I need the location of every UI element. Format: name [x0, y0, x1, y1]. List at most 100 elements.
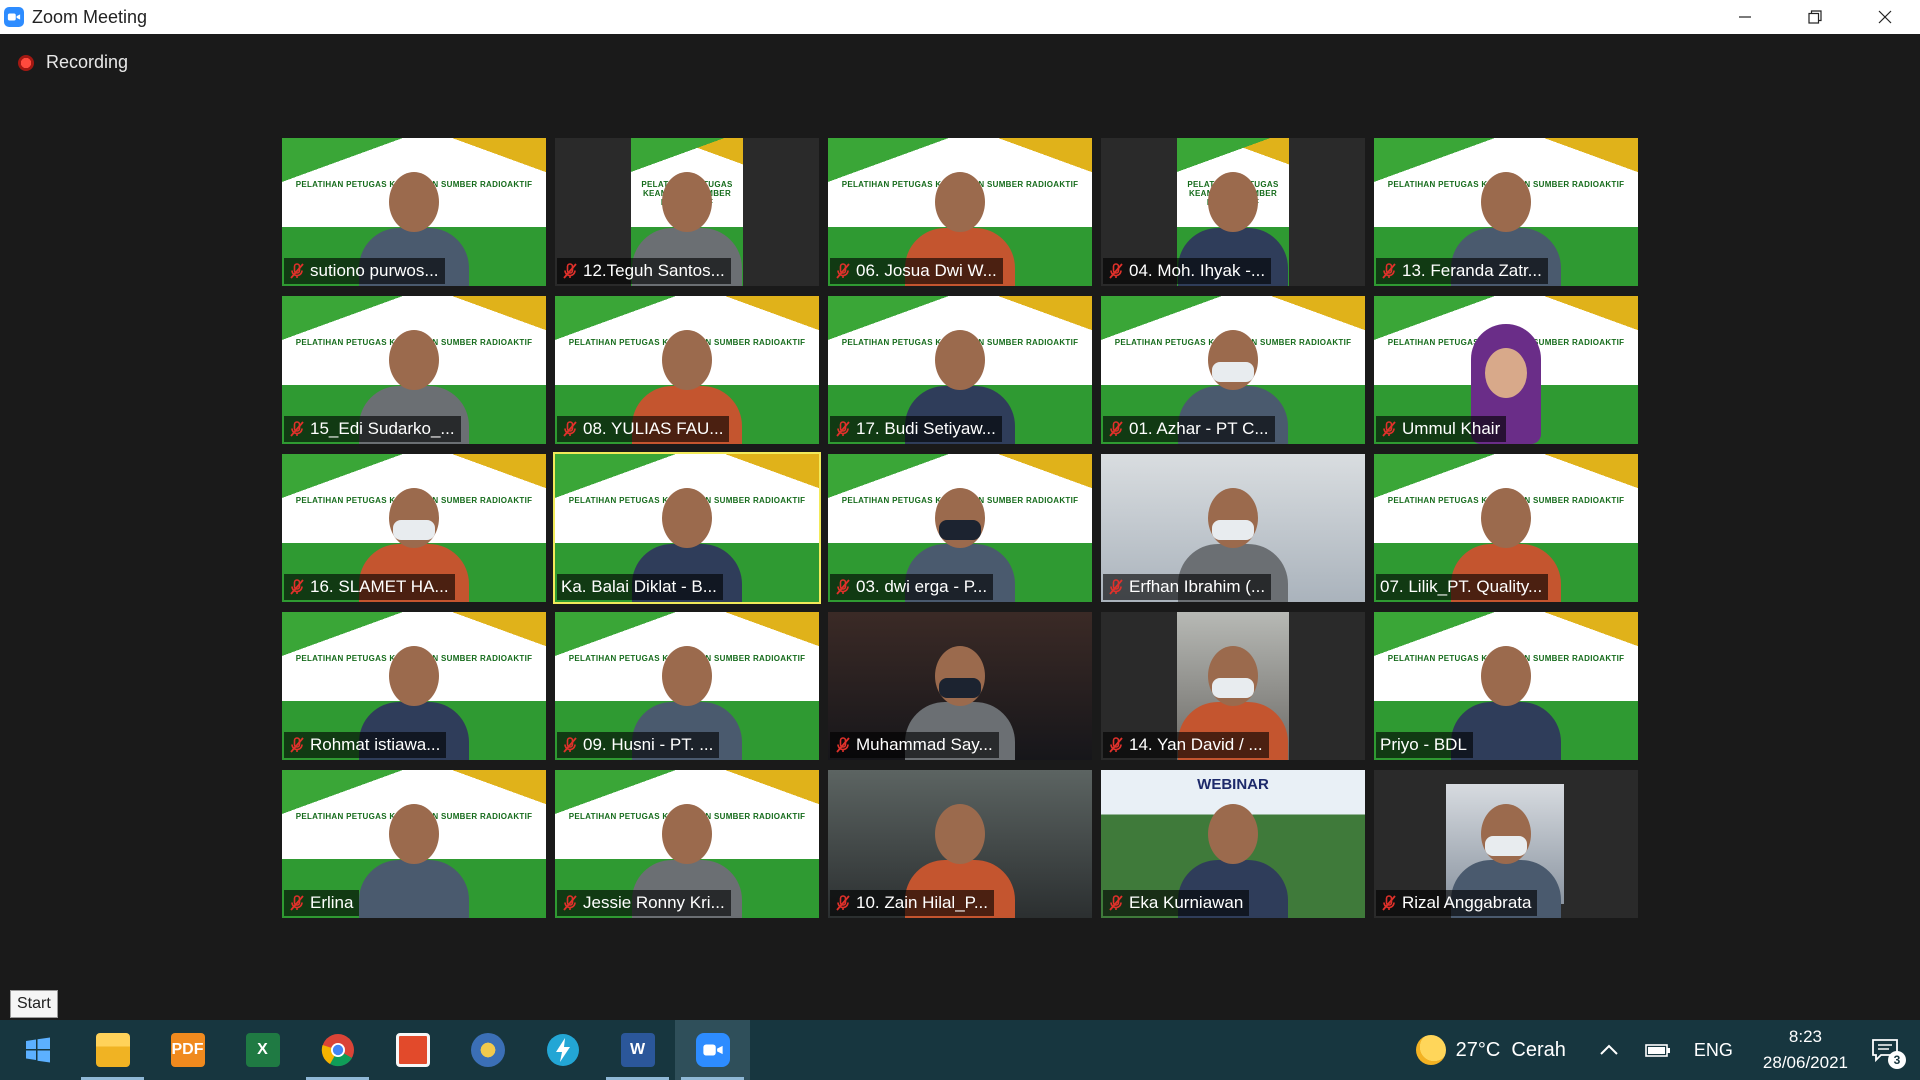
participant-tile[interactable]: PELATIHAN PETUGAS KEAMANAN SUMBER RADIOA…: [1374, 454, 1638, 602]
minimize-button[interactable]: [1710, 0, 1780, 34]
participant-name-label: Rohmat istiawa...: [284, 732, 447, 758]
participant-name: Ka. Balai Diklat - B...: [561, 577, 717, 596]
participant-tile[interactable]: PELATIHAN PETUGAS KEAMANAN SUMBER RADIOA…: [828, 296, 1092, 444]
taskbar-word[interactable]: W: [600, 1020, 675, 1080]
participant-name-label: 13. Feranda Zatr...: [1376, 258, 1548, 284]
participant-name-label: Jessie Ronny Kri...: [557, 890, 731, 916]
start-button[interactable]: [0, 1020, 75, 1080]
participant-name-label: Erfhan Ibrahim (...: [1103, 574, 1272, 600]
system-tray: 27°C Cerah ENG 8:23 28/06/2021 3: [1415, 1020, 1920, 1080]
participant-name: Erfhan Ibrahim (...: [1129, 577, 1266, 596]
mic-muted-icon: [1382, 263, 1396, 279]
zoom-icon: [4, 7, 24, 27]
taskbar-excel[interactable]: X: [225, 1020, 300, 1080]
tray-icons: ENG: [1596, 1040, 1733, 1061]
participant-name-label: Ummul Khair: [1376, 416, 1507, 442]
participant-name-label: Eka Kurniawan: [1103, 890, 1250, 916]
participant-tile[interactable]: PELATIHAN PETUGAS KEAMANAN SUMBER RADIOA…: [555, 770, 819, 918]
participant-name: Ummul Khair: [1402, 419, 1501, 438]
participant-name: 07. Lilik_PT. Quality...: [1380, 577, 1543, 596]
mic-muted-icon: [1109, 579, 1123, 595]
participant-tile[interactable]: PELATIHAN PETUGAS KEAMANAN SUMBER RADIOA…: [553, 452, 821, 604]
participant-tile[interactable]: PELATIHAN PETUGAS KEAMANAN SUMBER RADIOA…: [282, 296, 546, 444]
meeting-area: Recording PELATIHAN PETUGAS KEAMANAN SUM…: [0, 34, 1920, 1018]
notification-button[interactable]: 3: [1868, 1033, 1906, 1069]
weather-text: 27°C Cerah: [1455, 1038, 1566, 1061]
participant-tile[interactable]: PELATIHAN PETUGAS KEAMANAN SUMBER RADIOA…: [1374, 296, 1638, 444]
weather-sun-icon: [1415, 1035, 1446, 1065]
recording-indicator[interactable]: Recording: [18, 52, 128, 73]
taskbar-zoom[interactable]: [675, 1020, 750, 1080]
taskbar-pdf-app[interactable]: PDF: [150, 1020, 225, 1080]
taskbar-presentation-app[interactable]: [375, 1020, 450, 1080]
mic-muted-icon: [563, 263, 577, 279]
zoom-icon: [695, 1033, 730, 1067]
participant-tile[interactable]: PELATIHAN PETUGAS KEAMANAN SUMBER RADIOA…: [282, 138, 546, 286]
clock[interactable]: 8:23 28/06/2021: [1763, 1024, 1848, 1076]
clock-time: 8:23: [1788, 1027, 1822, 1046]
excel-icon: X: [245, 1033, 280, 1067]
mic-muted-icon: [290, 895, 304, 911]
participant-tile[interactable]: 14. Yan David / ...: [1101, 612, 1365, 760]
participant-name: Rohmat istiawa...: [310, 735, 441, 754]
participant-tile[interactable]: PELATIHAN PETUGAS KEAMANAN SUMBER RADIOA…: [555, 612, 819, 760]
participant-tile[interactable]: PELATIHAN PETUGAS KEAMANAN SUMBER RADIOA…: [555, 138, 819, 286]
mic-muted-icon: [290, 421, 304, 437]
chrome-icon: [321, 1034, 354, 1067]
participant-tile[interactable]: WEBINAR Eka Kurniawan: [1101, 770, 1365, 918]
participant-tile[interactable]: PELATIHAN PETUGAS KEAMANAN SUMBER RADIOA…: [282, 454, 546, 602]
participant-video: [359, 798, 469, 918]
participant-tile[interactable]: PELATIHAN PETUGAS KEAMANAN SUMBER RADIOA…: [1374, 612, 1638, 760]
participant-tile[interactable]: Muhammad Say...: [828, 612, 1092, 760]
participant-tile[interactable]: PELATIHAN PETUGAS KEAMANAN SUMBER RADIOA…: [1101, 138, 1365, 286]
participant-name-label: 04. Moh. Ihyak -...: [1103, 258, 1272, 284]
taskbar-speed-app[interactable]: [525, 1020, 600, 1080]
window-title: Zoom Meeting: [32, 6, 148, 27]
participant-name-label: sutiono purwos...: [284, 258, 445, 284]
mic-muted-icon: [563, 737, 577, 753]
participant-tile[interactable]: 10. Zain Hilal_P...: [828, 770, 1092, 918]
weather-widget[interactable]: 27°C Cerah: [1415, 1035, 1566, 1065]
participant-name: Jessie Ronny Kri...: [583, 893, 725, 912]
participant-name-label: 14. Yan David / ...: [1103, 732, 1269, 758]
taskbar-chrome[interactable]: [300, 1020, 375, 1080]
notification-count: 3: [1888, 1051, 1906, 1069]
participant-name: Erlina: [310, 893, 354, 912]
chevron-up-icon[interactable]: [1596, 1040, 1622, 1060]
close-icon: [1878, 10, 1892, 24]
mic-muted-icon: [836, 263, 850, 279]
restore-button[interactable]: [1780, 0, 1850, 34]
participant-name-label: 03. dwi erga - P...: [830, 574, 994, 600]
battery-icon[interactable]: [1644, 1040, 1672, 1060]
participant-name: 08. YULIAS FAU...: [583, 419, 724, 438]
slides-icon: [395, 1033, 430, 1067]
participant-name: sutiono purwos...: [310, 261, 439, 280]
participant-tile[interactable]: PELATIHAN PETUGAS KEAMANAN SUMBER RADIOA…: [282, 612, 546, 760]
minimize-icon: [1739, 16, 1751, 18]
mic-muted-icon: [1109, 895, 1123, 911]
taskbar-file-explorer[interactable]: [75, 1020, 150, 1080]
close-button[interactable]: [1850, 0, 1920, 34]
mic-muted-icon: [1382, 421, 1396, 437]
participant-tile[interactable]: Erfhan Ibrahim (...: [1101, 454, 1365, 602]
participant-tile[interactable]: PELATIHAN PETUGAS KEAMANAN SUMBER RADIOA…: [1101, 296, 1365, 444]
language-indicator[interactable]: ENG: [1694, 1040, 1733, 1061]
word-icon: W: [620, 1033, 655, 1067]
participant-name-label: Rizal Anggabrata: [1376, 890, 1538, 916]
participant-tile[interactable]: PELATIHAN PETUGAS KEAMANAN SUMBER RADIOA…: [555, 296, 819, 444]
participant-name-label: 16. SLAMET HA...: [284, 574, 455, 600]
participant-name-label: Priyo - BDL: [1376, 732, 1473, 758]
mic-muted-icon: [290, 579, 304, 595]
participant-tile[interactable]: PELATIHAN PETUGAS KEAMANAN SUMBER RADIOA…: [828, 138, 1092, 286]
clock-date: 28/06/2021: [1762, 1053, 1848, 1072]
participant-name: 01. Azhar - PT C...: [1129, 419, 1269, 438]
participant-tile[interactable]: PELATIHAN PETUGAS KEAMANAN SUMBER RADIOA…: [1374, 138, 1638, 286]
participant-name-label: 07. Lilik_PT. Quality...: [1376, 574, 1549, 600]
restore-icon: [1808, 10, 1822, 24]
participant-name-label: Ka. Balai Diklat - B...: [557, 574, 723, 600]
participant-tile[interactable]: PELATIHAN PETUGAS KEAMANAN SUMBER RADIOA…: [282, 770, 546, 918]
participant-tile[interactable]: PELATIHAN PETUGAS KEAMANAN SUMBER RADIOA…: [828, 454, 1092, 602]
participant-tile[interactable]: Rizal Anggabrata: [1374, 770, 1638, 918]
taskbar-media-app[interactable]: [450, 1020, 525, 1080]
mic-muted-icon: [1109, 421, 1123, 437]
